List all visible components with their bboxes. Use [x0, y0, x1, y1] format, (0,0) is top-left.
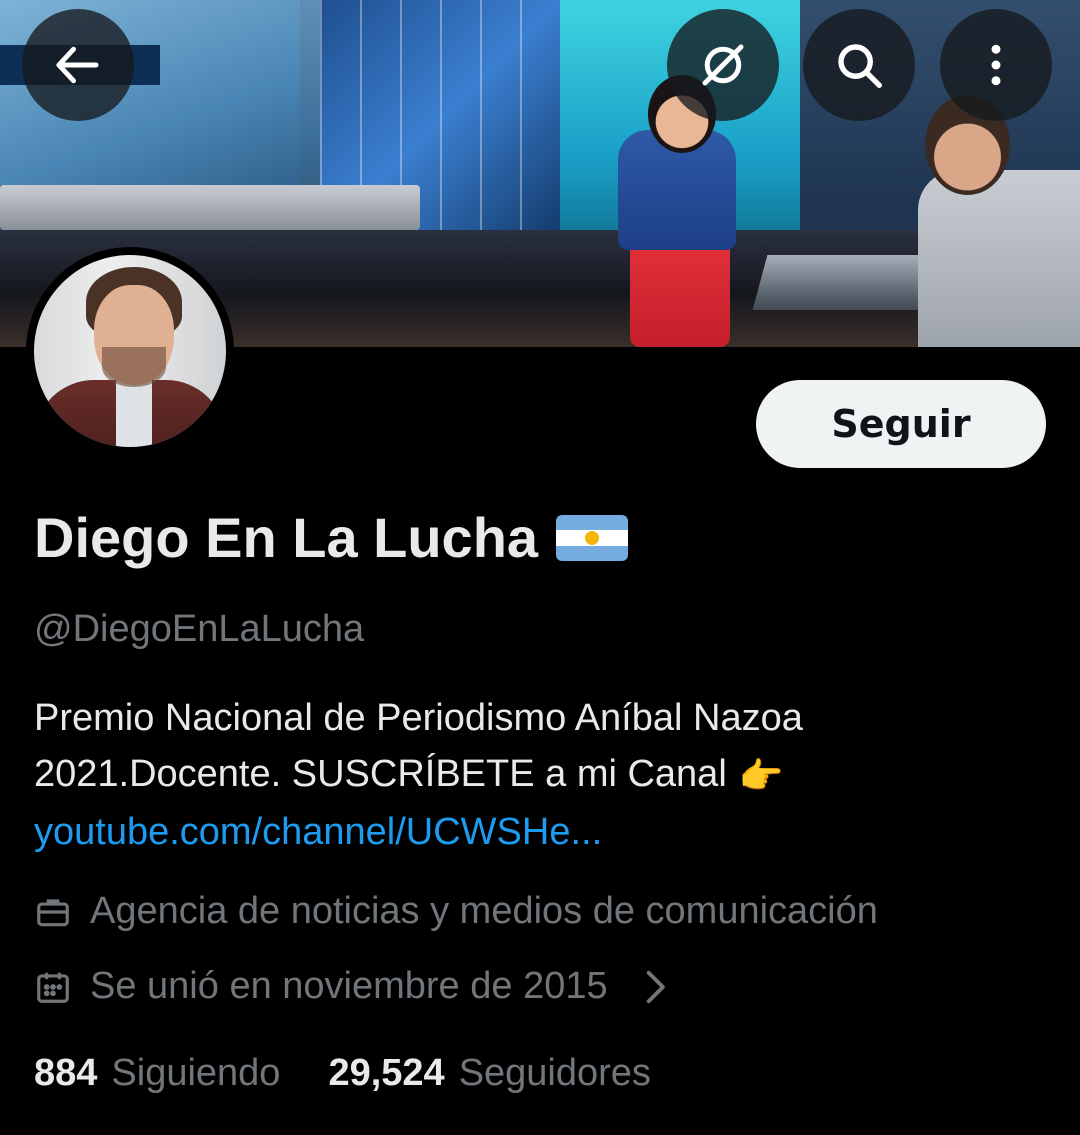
profile-category: Agencia de noticias y medios de comunica…: [34, 890, 878, 933]
bio-link[interactable]: youtube.com/channel/UCWSHe...: [34, 804, 1054, 860]
followers-count: 29,524: [328, 1052, 445, 1094]
search-icon: [838, 44, 882, 88]
banner-person: [918, 170, 1080, 347]
grok-button[interactable]: [667, 9, 779, 121]
joined-text: Se unió en noviembre de 2015: [90, 965, 608, 1007]
back-button[interactable]: [22, 9, 134, 121]
display-name: Diego En La Lucha: [34, 505, 629, 570]
pointing-hand-icon: 👉: [738, 754, 784, 796]
followers-label: Seguidores: [458, 1052, 651, 1094]
display-name-text: Diego En La Lucha: [34, 506, 539, 569]
follow-stats: 884 Siguiendo 29,524 Seguidores: [34, 1052, 699, 1095]
category-text: Agencia de noticias y medios de comunica…: [90, 890, 878, 932]
following-count: 884: [34, 1052, 98, 1094]
chevron-right-icon: [646, 970, 665, 1003]
followers-stat[interactable]: 29,524 Seguidores: [328, 1052, 650, 1095]
calendar-icon: [37, 972, 69, 1003]
follow-button[interactable]: Seguir: [756, 380, 1046, 468]
banner-desk: [0, 185, 420, 230]
avatar[interactable]: [26, 247, 234, 455]
following-label: Siguiendo: [111, 1052, 281, 1094]
more-options-button[interactable]: [940, 9, 1052, 121]
avatar-image: [34, 255, 226, 447]
bio-line: 2021.Docente. SUSCRÍBETE a mi Canal 👉: [34, 746, 1054, 804]
argentina-flag-icon: [556, 514, 629, 561]
joined-date[interactable]: Se unió en noviembre de 2015: [34, 965, 692, 1008]
bio-line: Premio Nacional de Periodismo Aníbal Naz…: [34, 697, 803, 739]
bio-line-text: 2021.Docente. SUSCRÍBETE a mi Canal: [34, 753, 727, 795]
user-handle: @DiegoEnLaLucha: [34, 608, 365, 650]
following-stat[interactable]: 884 Siguiendo: [34, 1052, 280, 1095]
more-vertical-icon: [991, 44, 1001, 86]
search-button[interactable]: [803, 9, 915, 121]
briefcase-icon: [37, 898, 69, 926]
arrow-left-icon: [56, 46, 99, 84]
grok-icon: [702, 44, 744, 86]
bio: Premio Nacional de Periodismo Aníbal Naz…: [34, 690, 1054, 860]
